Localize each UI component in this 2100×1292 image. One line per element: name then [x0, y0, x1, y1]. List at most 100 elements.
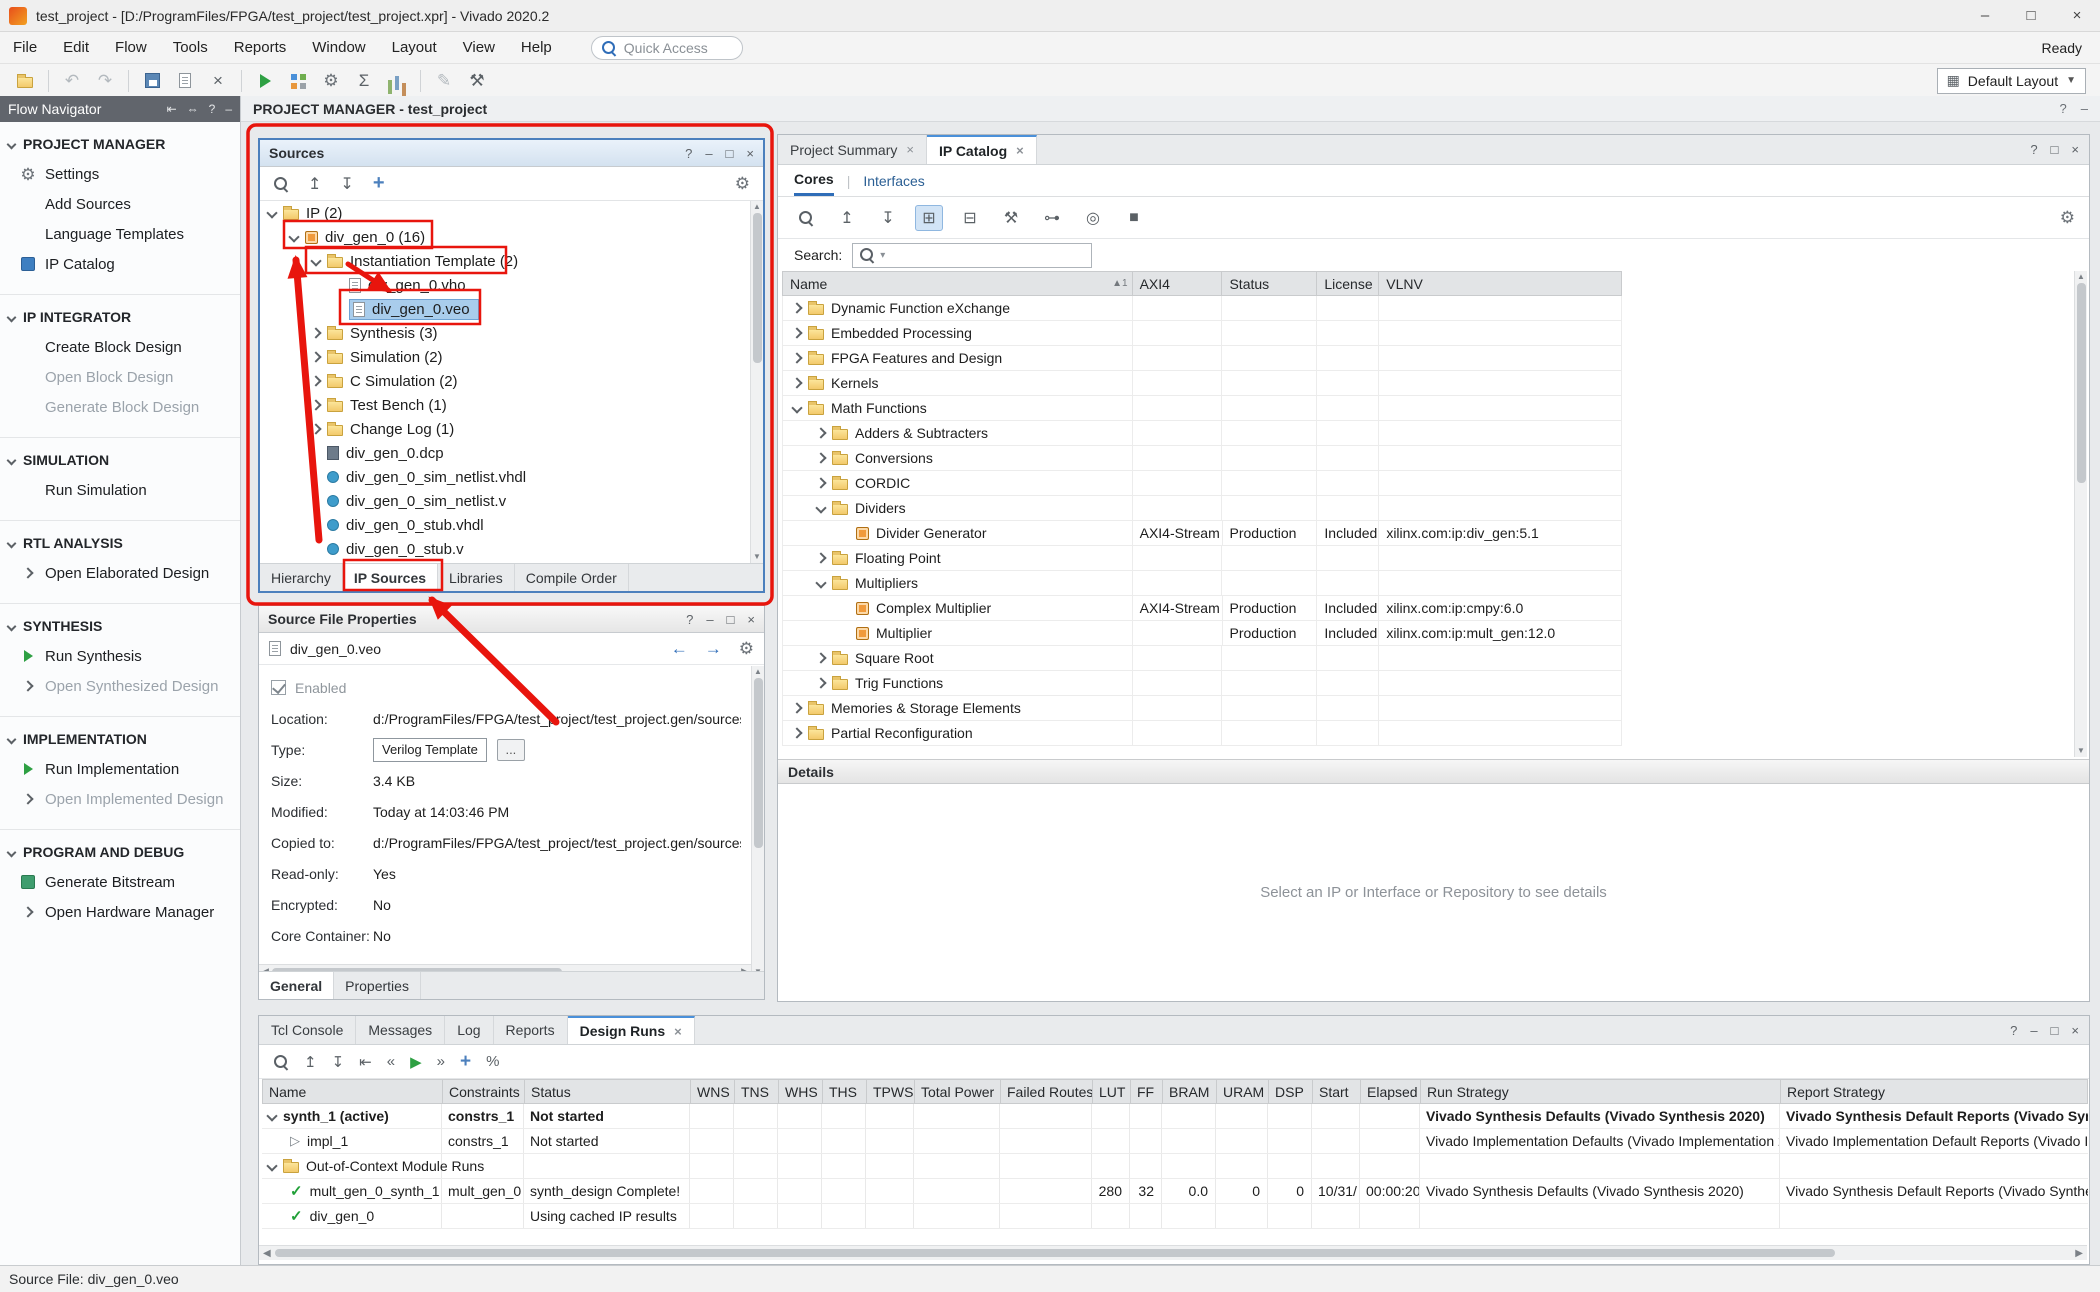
stop-icon[interactable]: ■: [1120, 205, 1148, 231]
menu-flow[interactable]: Flow: [102, 32, 160, 63]
chevron-down-icon[interactable]: [815, 502, 826, 513]
add-sources-icon[interactable]: +: [373, 172, 385, 195]
sources-panel-header[interactable]: Sources ?–□×: [260, 140, 763, 167]
sidebar-item-settings[interactable]: ⚙Settings: [0, 159, 240, 189]
expand-all-icon[interactable]: ↧: [332, 1053, 345, 1071]
sidebar-item-language-templates[interactable]: Language Templates: [0, 219, 240, 249]
close-icon[interactable]: ×: [1016, 143, 1024, 158]
collapse-all-icon[interactable]: ↥: [308, 174, 321, 194]
tab-cores[interactable]: Cores: [794, 165, 834, 196]
column-license[interactable]: License: [1317, 272, 1379, 295]
catalog-row[interactable]: Adders & Subtracters: [782, 421, 1622, 446]
column-whs[interactable]: WHS: [779, 1080, 823, 1103]
chevron-right-icon[interactable]: [310, 423, 321, 434]
section-header-rtl-analysis[interactable]: RTL ANALYSIS: [0, 528, 240, 558]
create-run-icon[interactable]: +: [460, 1051, 471, 1073]
column-wns[interactable]: WNS: [691, 1080, 735, 1103]
vertical-scrollbar[interactable]: ▲▼: [750, 201, 763, 563]
help-icon[interactable]: ?: [2060, 101, 2067, 116]
catalog-row-dividers[interactable]: Dividers: [782, 496, 1622, 521]
menu-tools[interactable]: Tools: [160, 32, 221, 63]
tab-tcl-console[interactable]: Tcl Console: [259, 1016, 356, 1044]
collapse-all-icon[interactable]: ↥: [304, 1053, 317, 1071]
minimize-panel-icon[interactable]: –: [225, 102, 232, 116]
catalog-row[interactable]: FPGA Features and Design: [782, 346, 1622, 371]
menu-layout[interactable]: Layout: [379, 32, 450, 63]
tab-properties[interactable]: Properties: [334, 972, 421, 999]
float-panel-icon[interactable]: □: [726, 146, 734, 161]
scrollbar-thumb[interactable]: [754, 678, 763, 848]
quick-access-search[interactable]: Quick Access: [591, 36, 743, 60]
chevron-right-icon[interactable]: [791, 302, 802, 313]
step-back-icon[interactable]: ⇤: [359, 1053, 372, 1071]
tree-item-dcp[interactable]: div_gen_0.dcp: [260, 441, 750, 465]
chevron-right-icon[interactable]: [791, 352, 802, 363]
float-panel-icon[interactable]: □: [727, 612, 735, 627]
sidebar-item-run-implementation[interactable]: Run Implementation: [0, 754, 240, 784]
help-icon[interactable]: ?: [2030, 142, 2037, 157]
help-icon[interactable]: ?: [2010, 1023, 2017, 1038]
tree-item-change-log[interactable]: Change Log (1): [260, 417, 750, 441]
menu-help[interactable]: Help: [508, 32, 565, 63]
menu-view[interactable]: View: [450, 32, 508, 63]
column-status[interactable]: Status: [1222, 272, 1317, 295]
collapse-all-icon[interactable]: ⇤: [167, 102, 177, 116]
search-input[interactable]: ▾: [852, 243, 1092, 268]
section-header-ip-integrator[interactable]: IP INTEGRATOR: [0, 302, 240, 332]
sidebar-item-generate-bitstream[interactable]: Generate Bitstream: [0, 867, 240, 897]
chevron-right-icon[interactable]: [815, 427, 826, 438]
search-icon[interactable]: [273, 176, 289, 192]
chevron-down-icon[interactable]: [310, 255, 321, 266]
tab-ip-catalog[interactable]: IP Catalog×: [927, 135, 1037, 164]
column-ths[interactable]: THS: [823, 1080, 867, 1103]
float-panel-icon[interactable]: □: [2051, 1023, 2059, 1038]
menu-edit[interactable]: Edit: [50, 32, 102, 63]
chevron-down-icon[interactable]: [266, 1110, 277, 1121]
rewind-icon[interactable]: «: [387, 1053, 395, 1070]
scrollbar-thumb[interactable]: [2077, 283, 2086, 483]
chevron-right-icon[interactable]: [310, 351, 321, 362]
sidebar-item-ip-catalog[interactable]: IP Catalog: [0, 249, 240, 279]
chevron-right-icon[interactable]: [815, 652, 826, 663]
link-icon[interactable]: ⊶: [1038, 205, 1066, 231]
column-vlnv[interactable]: VLNV: [1379, 272, 1621, 295]
close-icon[interactable]: ×: [674, 1024, 682, 1039]
tree-item-div-gen-0[interactable]: div_gen_0 (16): [260, 225, 750, 249]
debug-icon[interactable]: ⚒: [462, 67, 492, 95]
enabled-row[interactable]: Enabled: [259, 672, 751, 703]
column-total-power[interactable]: Total Power: [915, 1080, 1001, 1103]
sidebar-item-open-implemented-design[interactable]: Open Implemented Design: [0, 784, 240, 814]
catalog-row[interactable]: Dynamic Function eXchange: [782, 296, 1622, 321]
maximize-button[interactable]: □: [2008, 0, 2054, 31]
edit-icon[interactable]: ✎: [429, 67, 459, 95]
scrollbar-thumb[interactable]: [275, 1249, 1835, 1257]
chevron-down-icon[interactable]: [791, 402, 802, 413]
float-panel-icon[interactable]: □: [2051, 142, 2059, 157]
sum-icon[interactable]: Σ: [349, 67, 379, 95]
column-ff[interactable]: FF: [1131, 1080, 1163, 1103]
sidebar-item-generate-block-design[interactable]: Generate Block Design: [0, 392, 240, 422]
sidebar-item-add-sources[interactable]: Add Sources: [0, 189, 240, 219]
column-uram[interactable]: URAM: [1217, 1080, 1269, 1103]
details-header[interactable]: Details: [778, 759, 2089, 784]
column-bram[interactable]: BRAM: [1163, 1080, 1217, 1103]
group-by-category-icon[interactable]: ⊞: [915, 205, 943, 231]
tab-ip-sources[interactable]: IP Sources: [343, 564, 438, 591]
section-header-implementation[interactable]: IMPLEMENTATION: [0, 724, 240, 754]
minimize-panel-icon[interactable]: –: [706, 612, 713, 627]
forward-icon[interactable]: →: [705, 639, 722, 659]
column-axi4[interactable]: AXI4: [1133, 272, 1223, 295]
report-icon[interactable]: [170, 67, 200, 95]
gear-icon[interactable]: ⚙: [735, 175, 750, 192]
column-status[interactable]: Status: [525, 1080, 691, 1103]
expand-all-icon[interactable]: ↧: [874, 205, 902, 231]
tree-item-stub-vhdl[interactable]: div_gen_0_stub.vhdl: [260, 513, 750, 537]
back-icon[interactable]: ←: [671, 639, 688, 659]
catalog-row[interactable]: Memories & Storage Elements: [782, 696, 1622, 721]
tab-general[interactable]: General: [259, 972, 334, 999]
section-header-program-and-debug[interactable]: PROGRAM AND DEBUG: [0, 837, 240, 867]
gear-icon[interactable]: ⚙: [739, 640, 754, 657]
resize-icon[interactable]: ⇔: [187, 102, 199, 116]
hierarchy-view-icon[interactable]: ⊟: [956, 205, 984, 231]
tree-item-ip[interactable]: IP (2): [260, 201, 750, 225]
